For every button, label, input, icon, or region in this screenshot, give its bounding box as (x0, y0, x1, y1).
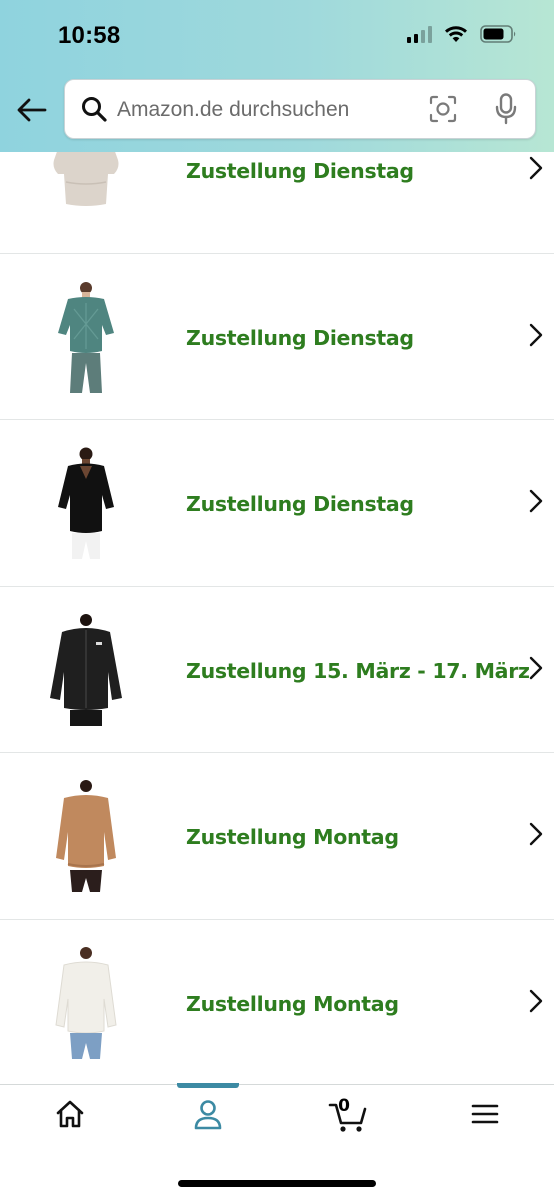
list-item[interactable]: Zustellung Dienstag (0, 420, 554, 587)
tab-cart[interactable]: 0 (318, 1096, 378, 1139)
delivery-info: Zustellung Montag (186, 991, 399, 1016)
tab-account[interactable] (178, 1099, 238, 1139)
product-image-black-fleece-jacket (50, 613, 122, 726)
wifi-icon (445, 26, 467, 42)
delivery-info: Zustellung 15. März - 17. März (186, 658, 530, 683)
camera-scan-icon[interactable] (429, 95, 457, 123)
status-bar: 10:58 (0, 0, 554, 70)
delivery-info: Zustellung Montag (186, 825, 399, 849)
delivery-info: Zustellung Dienstag (186, 492, 414, 516)
status-time: 10:58 (58, 22, 121, 49)
back-arrow-icon[interactable] (16, 96, 48, 124)
home-icon (56, 1100, 84, 1128)
battery-icon (480, 25, 516, 43)
product-image-black-blouse (58, 447, 114, 559)
active-tab-indicator (177, 1083, 239, 1088)
list-item[interactable]: Zustellung 15. März - 17. März (0, 586, 554, 753)
chevron-right-icon (529, 822, 543, 846)
chevron-right-icon (529, 989, 543, 1012)
chevron-right-icon (529, 156, 543, 180)
product-image-white-sweatshirt (55, 946, 117, 1059)
search-icon (82, 97, 107, 122)
chevron-right-icon (529, 323, 543, 346)
cellular-signal-icon (407, 25, 432, 43)
list-item[interactable]: Zustellung Dienstag (0, 253, 554, 420)
account-icon (194, 1100, 222, 1130)
delivery-info: Zustellung Dienstag (186, 159, 414, 183)
header: 10:58 (0, 0, 554, 152)
list-item[interactable]: Zustellung Montag (0, 753, 554, 920)
product-list: Zustellung Dienstag Zustellung Dienstag … (0, 87, 554, 1086)
cart-count-badge: 0 (338, 1096, 350, 1116)
menu-icon (471, 1104, 499, 1124)
tab-menu[interactable] (455, 1099, 515, 1139)
product-image-teal-blouse (58, 281, 114, 393)
list-item[interactable]: Zustellung Montag (0, 919, 554, 1086)
delivery-info: Zustellung Dienstag (186, 325, 414, 350)
status-icons (407, 25, 518, 43)
microphone-icon[interactable] (495, 93, 517, 125)
tab-home[interactable] (40, 1099, 100, 1139)
product-image-camel-sweatshirt (56, 780, 116, 892)
search-input[interactable] (117, 90, 417, 130)
search-bar[interactable] (64, 79, 536, 139)
home-indicator (178, 1180, 376, 1187)
chevron-right-icon (529, 489, 543, 513)
chevron-right-icon (529, 656, 543, 679)
